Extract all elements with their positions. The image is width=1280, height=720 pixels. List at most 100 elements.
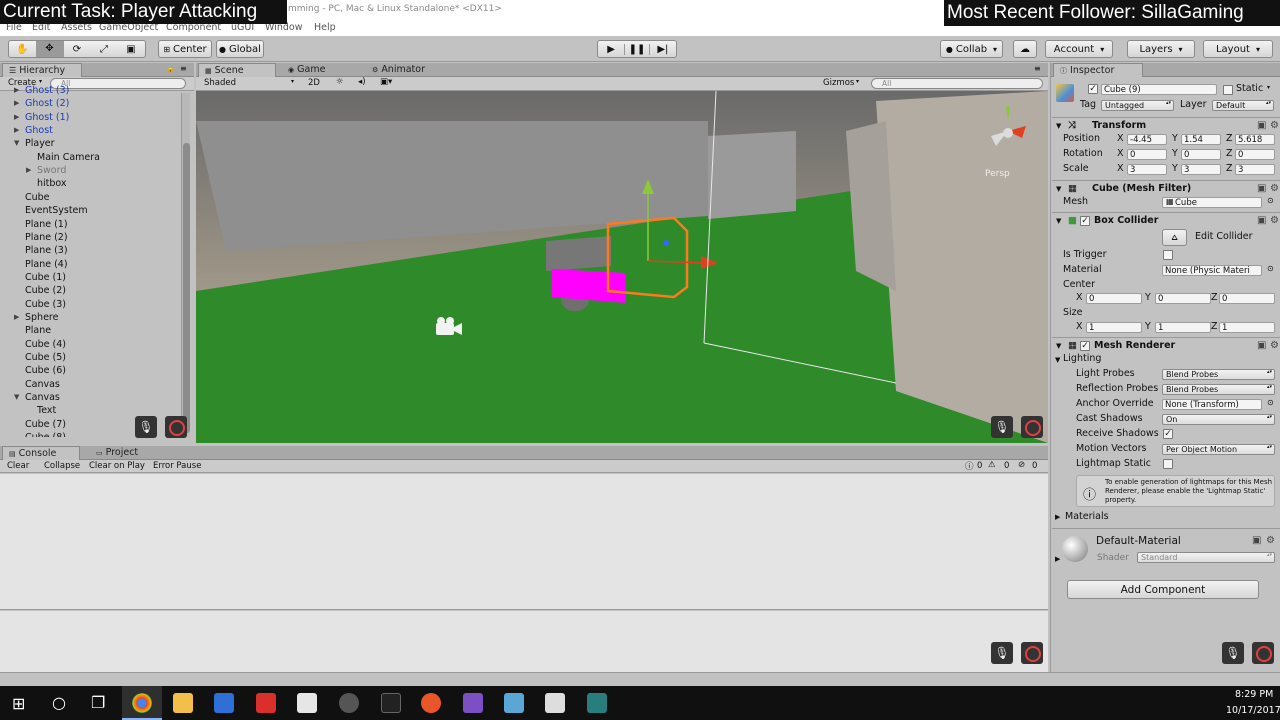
- expand-right-icon[interactable]: ▶: [14, 84, 19, 97]
- clock-time[interactable]: 8:29 PM: [1235, 689, 1273, 700]
- persp-label[interactable]: Persp: [985, 169, 1010, 179]
- hierarchy-item[interactable]: Plane: [0, 324, 180, 337]
- microphone-icon[interactable]: 🎙: [991, 416, 1013, 438]
- lighting-toggle-icon[interactable]: ☼: [336, 77, 344, 87]
- gift-app-icon[interactable]: [256, 693, 276, 713]
- file-explorer-icon[interactable]: [173, 693, 193, 713]
- pivot-center-button[interactable]: ⊞ Center: [158, 40, 212, 58]
- cloud-button[interactable]: ☁: [1013, 40, 1037, 58]
- hierarchy-item[interactable]: ▶ Sword: [0, 164, 180, 177]
- help-icon[interactable]: ▣: [1252, 535, 1261, 546]
- tab-project[interactable]: ▭ Project: [90, 446, 170, 460]
- error-pause-button[interactable]: Error Pause: [153, 461, 201, 471]
- account-dropdown[interactable]: Account: [1045, 40, 1113, 58]
- effects-dropdown-icon[interactable]: ▣▾: [380, 77, 392, 87]
- hierarchy-item[interactable]: Cube (3): [0, 298, 180, 311]
- hierarchy-item[interactable]: Plane (4): [0, 258, 180, 271]
- hierarchy-item[interactable]: Cube (4): [0, 338, 180, 351]
- windows-start-icon[interactable]: ⊞: [12, 694, 25, 713]
- hierarchy-item[interactable]: hitbox: [0, 177, 180, 190]
- error-icon[interactable]: ⊘: [1018, 460, 1025, 470]
- active-checkbox[interactable]: ✓: [1088, 84, 1098, 94]
- task-view-icon[interactable]: ❐: [91, 693, 105, 712]
- collapse-arrow-icon[interactable]: ▼: [1056, 338, 1061, 354]
- material-arrow-icon[interactable]: ▶: [1055, 555, 1060, 563]
- store-icon[interactable]: [214, 693, 234, 713]
- cast-shadows-dropdown[interactable]: On: [1162, 414, 1275, 425]
- tab-console[interactable]: ▤ Console: [2, 446, 80, 460]
- collapse-arrow-icon[interactable]: ▼: [1056, 181, 1061, 197]
- hierarchy-item[interactable]: Plane (2): [0, 231, 180, 244]
- transform-header[interactable]: ▼ ⤨ Transform ▣ ⚙: [1052, 117, 1280, 133]
- clear-on-play-button[interactable]: Clear on Play: [89, 461, 145, 471]
- help-icon[interactable]: ▣: [1257, 181, 1266, 197]
- scale-y-field[interactable]: 3: [1181, 164, 1221, 175]
- object-picker-icon[interactable]: ⊙: [1267, 398, 1274, 407]
- rotate-tool-icon[interactable]: ⟳: [64, 44, 91, 55]
- calculator-icon[interactable]: [545, 693, 565, 713]
- help-icon[interactable]: ▣: [1257, 118, 1266, 134]
- expand-right-icon[interactable]: ▶: [14, 111, 19, 124]
- collapse-button[interactable]: Collapse: [44, 461, 80, 471]
- position-y-field[interactable]: 1.54: [1181, 134, 1221, 145]
- materials-label[interactable]: Materials: [1065, 510, 1109, 524]
- unity-icon[interactable]: [381, 693, 401, 713]
- center-x-field[interactable]: 0: [1086, 293, 1142, 304]
- rotation-x-field[interactable]: 0: [1127, 149, 1167, 160]
- center-y-field[interactable]: 0: [1155, 293, 1211, 304]
- collapse-arrow-icon[interactable]: ▼: [1056, 118, 1061, 134]
- mesh-filter-header[interactable]: ▼ ▦ Cube (Mesh Filter) ▣ ⚙: [1052, 180, 1280, 196]
- console-log-area[interactable]: [0, 474, 1048, 610]
- expand-right-icon[interactable]: ▶: [14, 124, 19, 137]
- reflection-probes-dropdown[interactable]: Blend Probes: [1162, 384, 1275, 395]
- layout-dropdown[interactable]: Layout: [1203, 40, 1273, 58]
- scene-search-input[interactable]: All: [871, 78, 1043, 89]
- step-icon[interactable]: ▶|: [650, 44, 676, 55]
- microphone-icon[interactable]: 🎙: [1222, 642, 1244, 664]
- clear-button[interactable]: Clear: [7, 461, 29, 471]
- box-collider-enabled-checkbox[interactable]: ✓: [1080, 216, 1090, 226]
- tab-scene[interactable]: ▦ Scene: [198, 63, 276, 77]
- hierarchy-item[interactable]: Cube (6): [0, 364, 180, 377]
- hierarchy-item[interactable]: Cube: [0, 191, 180, 204]
- record-icon[interactable]: [1021, 642, 1043, 664]
- audio-toggle-icon[interactable]: ◂): [358, 77, 366, 87]
- gear-icon[interactable]: ⚙: [1266, 535, 1275, 546]
- size-x-field[interactable]: 1: [1086, 322, 1142, 333]
- gear-icon[interactable]: ⚙: [1270, 118, 1279, 134]
- expand-right-icon[interactable]: ▶: [14, 311, 19, 324]
- add-component-button[interactable]: Add Component: [1067, 580, 1259, 599]
- record-icon[interactable]: [1252, 642, 1274, 664]
- layer-dropdown[interactable]: Default: [1212, 100, 1274, 111]
- physic-material-field[interactable]: None (Physic Materi: [1162, 265, 1262, 276]
- tag-dropdown[interactable]: Untagged: [1101, 100, 1174, 111]
- size-z-field[interactable]: 1: [1219, 322, 1275, 333]
- gear-icon[interactable]: ⚙: [1270, 213, 1279, 229]
- rotation-z-field[interactable]: 0: [1235, 149, 1275, 160]
- record-icon[interactable]: [165, 416, 187, 438]
- hierarchy-item[interactable]: ▶ Ghost (1): [0, 111, 180, 124]
- hierarchy-item[interactable]: Cube (5): [0, 351, 180, 364]
- pause-icon[interactable]: ❚❚: [624, 43, 650, 55]
- hierarchy-item[interactable]: Plane (1): [0, 218, 180, 231]
- lock-icon[interactable]: 🔒: [166, 65, 175, 73]
- rect-tool-icon[interactable]: ▣: [118, 44, 145, 55]
- collapse-arrow-icon[interactable]: ▼: [1056, 213, 1061, 229]
- expand-right-icon[interactable]: ▶: [14, 97, 19, 110]
- menu-help[interactable]: Help: [314, 22, 336, 33]
- scale-x-field[interactable]: 3: [1127, 164, 1167, 175]
- info-icon[interactable]: ⓘ: [965, 460, 974, 472]
- position-z-field[interactable]: 5.618: [1235, 134, 1275, 145]
- mesh-renderer-enabled-checkbox[interactable]: ✓: [1080, 341, 1090, 351]
- hierarchy-item[interactable]: Main Camera: [0, 151, 180, 164]
- mail-icon[interactable]: [297, 693, 317, 713]
- gear-icon[interactable]: ⚙: [1270, 181, 1279, 197]
- clock-date[interactable]: 10/17/2017: [1226, 705, 1280, 716]
- size-y-field[interactable]: 1: [1155, 322, 1211, 333]
- hierarchy-scroll-thumb[interactable]: [183, 143, 190, 433]
- lighting-label[interactable]: Lighting: [1063, 352, 1101, 366]
- tab-animator[interactable]: ⚙ Animator: [366, 63, 456, 77]
- collab-dropdown[interactable]: ● Collab: [940, 40, 1003, 58]
- tab-hierarchy[interactable]: ☰ Hierarchy: [2, 63, 82, 77]
- hierarchy-item[interactable]: ▼ Canvas: [0, 391, 180, 404]
